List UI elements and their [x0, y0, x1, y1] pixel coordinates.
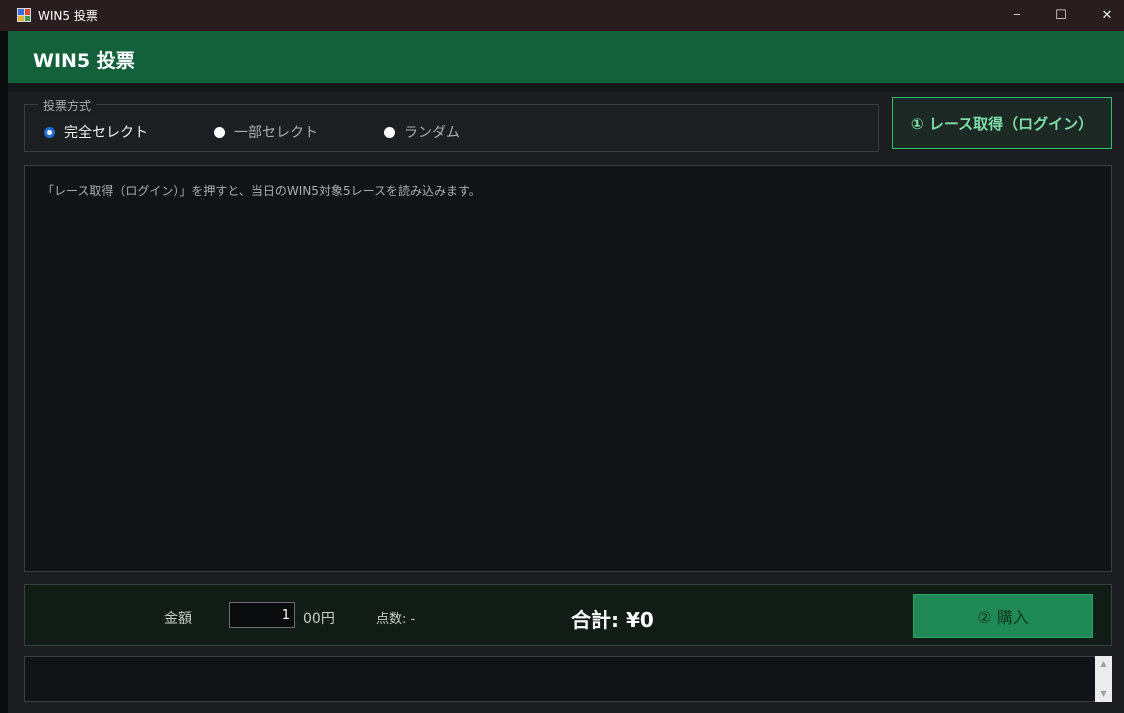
- page-title: WIN5 投票: [33, 50, 135, 72]
- radio-label: 完全セレクト: [64, 125, 148, 141]
- amount-label: 金額: [164, 611, 192, 627]
- radio-partial-select[interactable]: 一部セレクト: [214, 122, 318, 142]
- log-scrollbar[interactable]: ▲ ▼: [1095, 656, 1112, 702]
- scroll-up-icon[interactable]: ▲: [1095, 658, 1112, 670]
- maximize-icon[interactable]: ☐: [1038, 0, 1084, 31]
- radio-random[interactable]: ランダム: [384, 122, 460, 142]
- vote-method-legend: 投票方式: [38, 97, 97, 114]
- races-panel: 「レース取得（ログイン）」を押すと、当日のWIN5対象5レースを読み込みます。: [24, 165, 1112, 572]
- title-bar: WIN5 投票 ─ ☐ ✕: [0, 0, 1124, 31]
- points-count: 点数: -: [376, 612, 416, 627]
- app-grid-icon: [17, 8, 31, 22]
- amount-unit: 00円: [303, 611, 335, 627]
- radio-unchecked-icon[interactable]: [214, 126, 225, 138]
- window-title: WIN5 投票: [38, 9, 98, 23]
- radio-label: ランダム: [404, 125, 460, 141]
- buy-button[interactable]: ② 購入: [913, 594, 1093, 638]
- header-divider: [8, 83, 1124, 91]
- radio-checked-icon[interactable]: [44, 126, 55, 138]
- scroll-down-icon[interactable]: ▼: [1095, 688, 1112, 700]
- races-placeholder-message: 「レース取得（ログイン）」を押すと、当日のWIN5対象5レースを読み込みます。: [42, 184, 481, 198]
- fetch-races-button[interactable]: ① レース取得（ログイン）: [892, 97, 1112, 149]
- radio-full-select[interactable]: 完全セレクト: [44, 122, 148, 142]
- radio-unchecked-icon[interactable]: [384, 126, 395, 138]
- close-icon[interactable]: ✕: [1084, 0, 1124, 31]
- minimize-icon[interactable]: ─: [994, 0, 1040, 31]
- window-left-edge: [0, 31, 8, 713]
- total-amount: 合計: ¥0: [571, 608, 654, 632]
- log-textbox[interactable]: [24, 656, 1112, 702]
- app-header: WIN5 投票: [8, 31, 1124, 83]
- radio-label: 一部セレクト: [234, 125, 318, 141]
- amount-input[interactable]: [229, 602, 295, 628]
